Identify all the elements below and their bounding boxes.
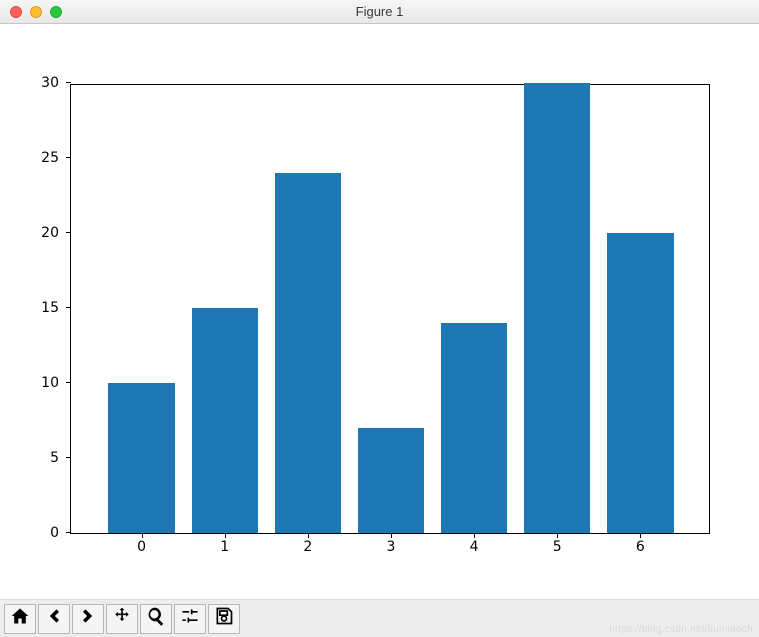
move-icon: [112, 606, 132, 631]
x-tick-label: 5: [553, 539, 562, 555]
y-tick-mark: [66, 157, 71, 158]
home-icon: [10, 606, 30, 631]
watermark: https://blog.csdn.net/liumiaoch: [609, 624, 753, 635]
zoom-button[interactable]: [140, 604, 172, 634]
arrow-right-icon: [78, 606, 98, 631]
y-tick-label: 5: [50, 450, 59, 466]
bar: [441, 323, 507, 533]
configure-button[interactable]: [174, 604, 206, 634]
arrow-left-icon: [44, 606, 64, 631]
close-icon[interactable]: [10, 6, 22, 18]
x-tick-mark: [557, 533, 558, 538]
x-tick-label: 3: [387, 539, 396, 555]
save-icon: [214, 606, 234, 631]
x-tick-mark: [225, 533, 226, 538]
y-tick-mark: [66, 307, 71, 308]
bar: [108, 383, 174, 533]
titlebar: Figure 1: [0, 0, 759, 24]
maximize-icon[interactable]: [50, 6, 62, 18]
x-tick-mark: [308, 533, 309, 538]
y-tick-label: 15: [41, 300, 59, 316]
home-button[interactable]: [4, 604, 36, 634]
plot-axes: 0123456051015202530: [70, 84, 710, 534]
y-tick-label: 30: [41, 75, 59, 91]
x-tick-label: 6: [636, 539, 645, 555]
x-tick-label: 2: [303, 539, 312, 555]
x-tick-mark: [474, 533, 475, 538]
x-tick-mark: [391, 533, 392, 538]
y-tick-label: 10: [41, 375, 59, 391]
bar: [607, 233, 673, 533]
y-tick-label: 25: [41, 150, 59, 166]
y-tick-mark: [66, 82, 71, 83]
bar: [192, 308, 258, 533]
y-tick-mark: [66, 232, 71, 233]
sliders-icon: [180, 606, 200, 631]
toolbar: https://blog.csdn.net/liumiaoch: [0, 599, 759, 637]
window-title: Figure 1: [0, 4, 759, 19]
search-icon: [146, 606, 166, 631]
back-button[interactable]: [38, 604, 70, 634]
minimize-icon[interactable]: [30, 6, 42, 18]
figure-canvas: 0 1 2 3 4 5 6 0 5 10 15 20 25 30: [0, 24, 759, 599]
y-tick-mark: [66, 457, 71, 458]
x-tick-label: 0: [137, 539, 146, 555]
forward-button[interactable]: [72, 604, 104, 634]
window-controls: [0, 6, 62, 18]
y-tick-mark: [66, 382, 71, 383]
x-tick-label: 4: [470, 539, 479, 555]
y-tick-label: 20: [41, 225, 59, 241]
x-tick-mark: [640, 533, 641, 538]
x-tick-label: 1: [220, 539, 229, 555]
bar: [358, 428, 424, 533]
y-tick-mark: [66, 532, 71, 533]
bar: [275, 173, 341, 533]
y-tick-label: 0: [50, 525, 59, 541]
x-tick-mark: [142, 533, 143, 538]
pan-button[interactable]: [106, 604, 138, 634]
bar: [524, 83, 590, 533]
save-button[interactable]: [208, 604, 240, 634]
